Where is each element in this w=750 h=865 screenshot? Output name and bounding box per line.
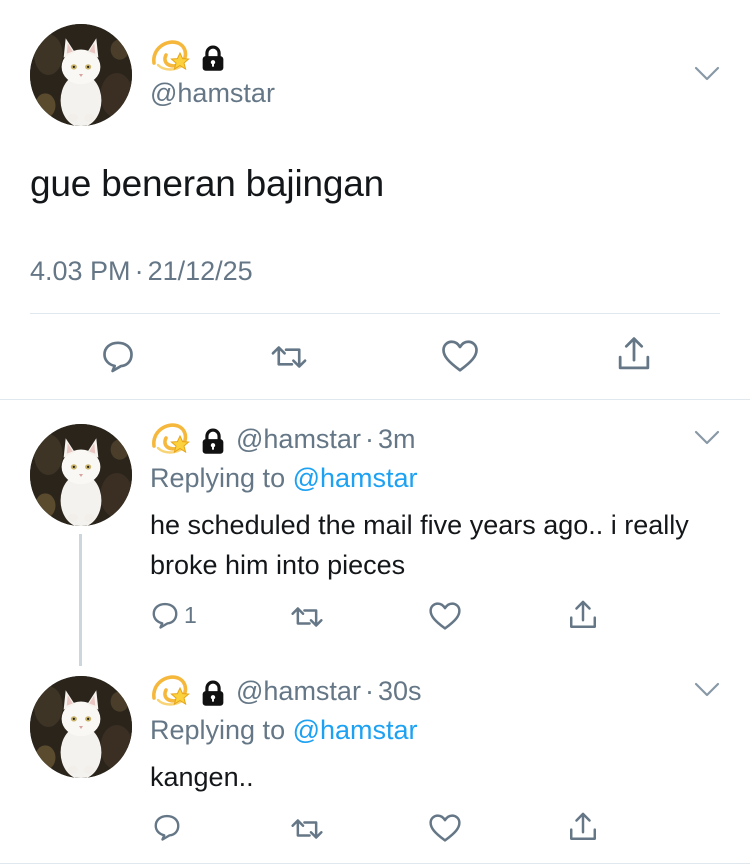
replying-to-handle-link[interactable]: @hamstar bbox=[293, 715, 418, 745]
reply-age[interactable]: 3m bbox=[378, 424, 416, 454]
share-icon bbox=[618, 337, 650, 370]
replying-to-handle-link[interactable]: @hamstar bbox=[293, 463, 418, 493]
avatar[interactable] bbox=[30, 24, 132, 126]
divider bbox=[0, 863, 750, 864]
reply-meta: @hamstar · 3m bbox=[236, 424, 415, 455]
tweet-text: gue beneran bajingan bbox=[30, 163, 384, 204]
meta-separator: · bbox=[364, 424, 374, 454]
replying-to: Replying to @hamstar bbox=[150, 715, 418, 746]
avatar[interactable] bbox=[30, 676, 132, 778]
like-button[interactable] bbox=[428, 600, 462, 632]
tweet-timestamp[interactable]: 4.03 PM · 21/12/25 bbox=[30, 256, 253, 287]
retweet-icon bbox=[291, 607, 323, 627]
share-button[interactable] bbox=[566, 598, 600, 632]
lock-icon bbox=[201, 428, 225, 455]
reply-icon bbox=[154, 814, 180, 841]
share-button[interactable] bbox=[614, 334, 654, 374]
share-icon bbox=[569, 812, 597, 841]
reply-meta: @hamstar · 30s bbox=[236, 676, 422, 707]
replying-to: Replying to @hamstar bbox=[150, 463, 418, 494]
dizzy-star-emoji bbox=[152, 40, 190, 72]
reply-text: kangen.. bbox=[150, 762, 254, 792]
divider bbox=[0, 399, 750, 400]
chevron-down-icon[interactable] bbox=[694, 682, 720, 698]
reply-text: he scheduled the mail five years ago.. i… bbox=[150, 510, 689, 580]
reply-icon bbox=[103, 341, 133, 373]
meta-separator: · bbox=[364, 676, 374, 706]
like-button[interactable] bbox=[440, 338, 480, 374]
avatar[interactable] bbox=[30, 424, 132, 526]
retweet-icon bbox=[291, 819, 323, 839]
author-handle[interactable]: @hamstar bbox=[150, 78, 275, 109]
reply-icon bbox=[152, 602, 178, 629]
reply-button[interactable] bbox=[100, 338, 136, 374]
share-icon bbox=[569, 600, 597, 629]
divider bbox=[30, 313, 720, 314]
author-handle[interactable]: @hamstar bbox=[236, 676, 361, 706]
tweet-date: 21/12/25 bbox=[147, 256, 253, 286]
retweet-icon bbox=[271, 346, 307, 368]
chevron-down-icon[interactable] bbox=[694, 66, 720, 82]
like-button[interactable] bbox=[428, 812, 462, 844]
lock-icon bbox=[201, 680, 225, 707]
reply-count: 1 bbox=[184, 601, 197, 628]
dizzy-star-emoji bbox=[152, 423, 190, 455]
timestamp-separator: · bbox=[134, 256, 144, 286]
lock-icon bbox=[201, 45, 225, 72]
thread-connector bbox=[79, 534, 82, 666]
retweet-button[interactable] bbox=[290, 814, 324, 844]
dizzy-star-emoji bbox=[152, 675, 190, 707]
heart-icon bbox=[442, 340, 478, 372]
heart-icon bbox=[429, 814, 461, 842]
reply-age[interactable]: 30s bbox=[378, 676, 422, 706]
reply-button[interactable] bbox=[152, 812, 182, 842]
replying-to-label: Replying to bbox=[150, 715, 286, 745]
replying-to-label: Replying to bbox=[150, 463, 286, 493]
share-button[interactable] bbox=[566, 810, 600, 844]
retweet-button[interactable] bbox=[290, 602, 324, 632]
retweet-button[interactable] bbox=[270, 340, 308, 374]
heart-icon bbox=[429, 602, 461, 630]
tweet-time: 4.03 PM bbox=[30, 256, 131, 286]
author-handle[interactable]: @hamstar bbox=[236, 424, 361, 454]
reply-button[interactable]: 1 bbox=[150, 600, 197, 630]
chevron-down-icon[interactable] bbox=[694, 430, 720, 446]
